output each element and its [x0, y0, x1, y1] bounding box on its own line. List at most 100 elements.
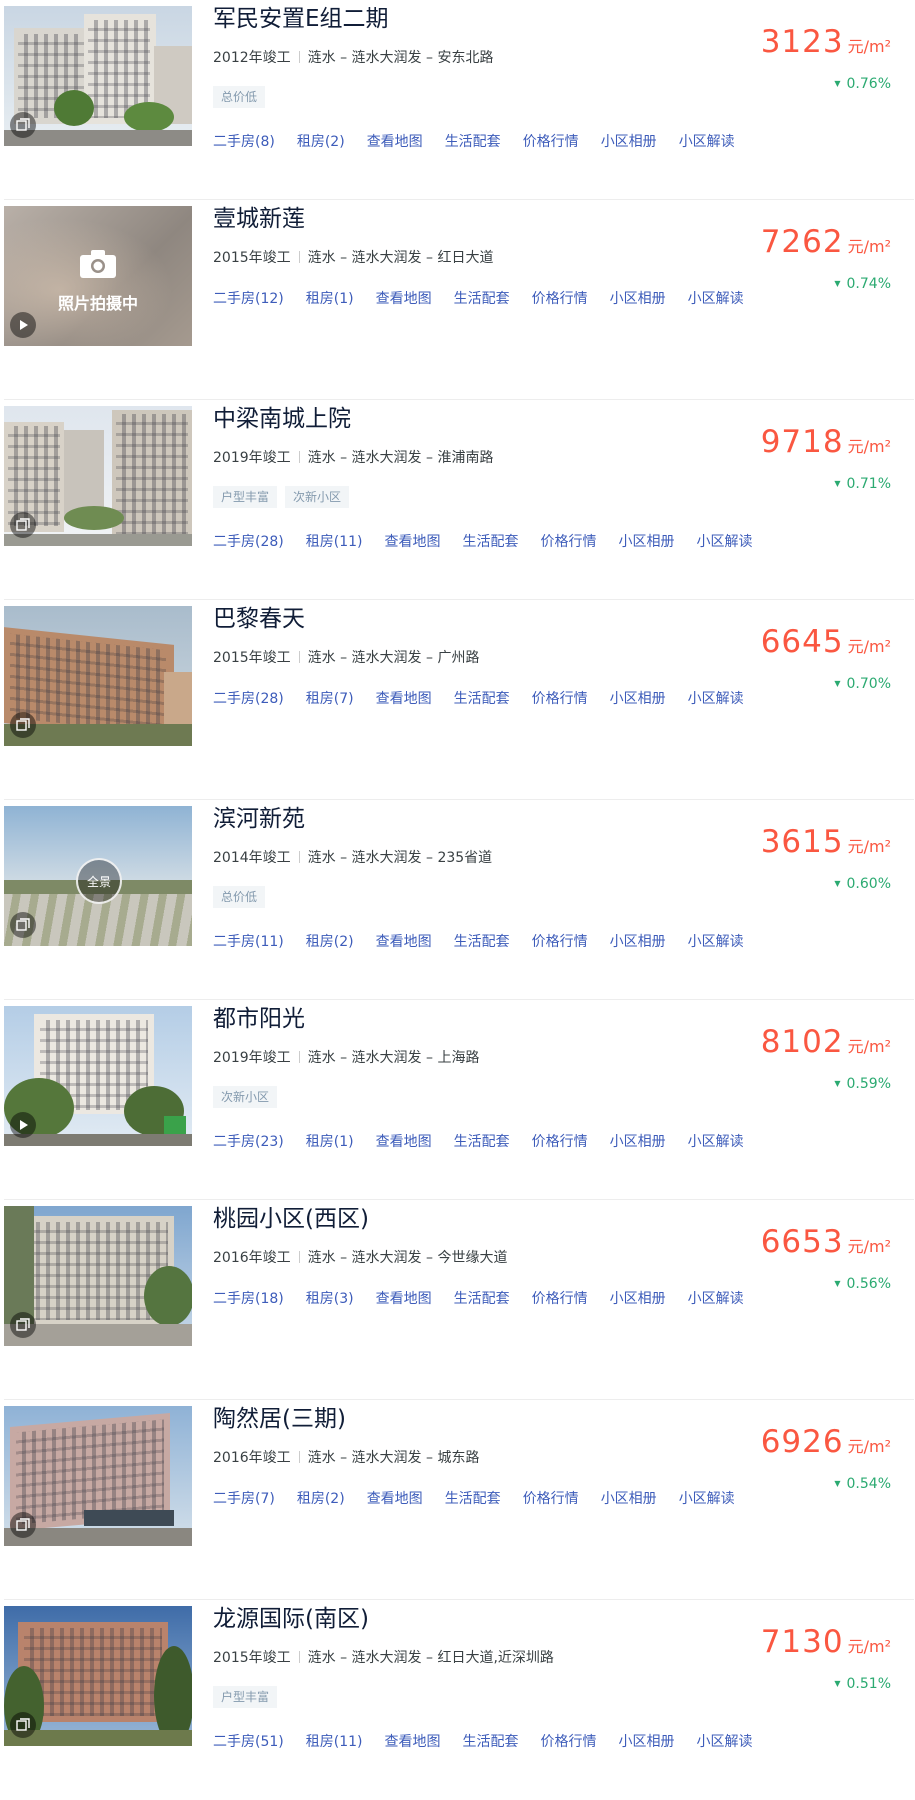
link-analysis[interactable]: 小区解读	[679, 131, 735, 151]
community-photo[interactable]: 照片拍摄中	[4, 206, 192, 346]
link-album[interactable]: 小区相册	[610, 931, 666, 951]
district[interactable]: 涟水 – 涟水大润发 – 红日大道,近深圳路	[308, 1650, 554, 1666]
link-rent[interactable]: 租房(2)	[297, 1488, 345, 1508]
community-photo[interactable]	[4, 1406, 192, 1546]
link-second-hand[interactable]: 二手房(23)	[213, 1131, 284, 1151]
link-price-trend[interactable]: 价格行情	[532, 1288, 588, 1308]
link-analysis[interactable]: 小区解读	[688, 1131, 744, 1151]
community-title[interactable]: 滨河新苑	[213, 802, 305, 836]
community-title[interactable]: 桃园小区(西区)	[213, 1202, 369, 1236]
link-album[interactable]: 小区相册	[619, 531, 675, 551]
link-rent[interactable]: 租房(11)	[306, 531, 363, 551]
link-analysis[interactable]: 小区解读	[697, 1731, 753, 1751]
community-photo[interactable]: 全景	[4, 806, 192, 946]
link-price-trend[interactable]: 价格行情	[541, 1731, 597, 1751]
price-unit: 元/m²	[847, 237, 891, 256]
community-title[interactable]: 巴黎春天	[213, 602, 305, 636]
link-second-hand[interactable]: 二手房(51)	[213, 1731, 284, 1751]
play-icon[interactable]	[10, 1112, 36, 1138]
district[interactable]: 涟水 – 涟水大润发 – 235省道	[308, 850, 493, 866]
link-map[interactable]: 查看地图	[376, 931, 432, 951]
link-analysis[interactable]: 小区解读	[688, 1288, 744, 1308]
community-title[interactable]: 中梁南城上院	[213, 402, 351, 436]
link-second-hand[interactable]: 二手房(28)	[213, 531, 284, 551]
community-title[interactable]: 都市阳光	[213, 1002, 305, 1036]
link-rent[interactable]: 租房(2)	[297, 131, 345, 151]
link-price-trend[interactable]: 价格行情	[523, 131, 579, 151]
link-amenities[interactable]: 生活配套	[445, 131, 501, 151]
panorama-icon[interactable]: 全景	[76, 858, 122, 904]
link-album[interactable]: 小区相册	[610, 1131, 666, 1151]
link-map[interactable]: 查看地图	[376, 288, 432, 308]
community-photo[interactable]	[4, 606, 192, 746]
link-price-trend[interactable]: 价格行情	[532, 1131, 588, 1151]
link-map[interactable]: 查看地图	[376, 688, 432, 708]
district[interactable]: 涟水 – 涟水大润发 – 城东路	[308, 1450, 480, 1466]
album-icon	[10, 512, 36, 538]
link-second-hand[interactable]: 二手房(28)	[213, 688, 284, 708]
link-rent[interactable]: 租房(3)	[306, 1288, 354, 1308]
link-analysis[interactable]: 小区解读	[697, 531, 753, 551]
link-analysis[interactable]: 小区解读	[688, 931, 744, 951]
link-album[interactable]: 小区相册	[610, 288, 666, 308]
link-rent[interactable]: 租房(7)	[306, 688, 354, 708]
link-album[interactable]: 小区相册	[601, 131, 657, 151]
district[interactable]: 涟水 – 涟水大润发 – 上海路	[308, 1050, 480, 1066]
link-amenities[interactable]: 生活配套	[454, 288, 510, 308]
community-photo[interactable]	[4, 1006, 192, 1146]
community-title[interactable]: 军民安置E组二期	[213, 2, 389, 36]
community-photo[interactable]	[4, 1606, 192, 1746]
community-photo[interactable]	[4, 406, 192, 546]
link-analysis[interactable]: 小区解读	[688, 288, 744, 308]
link-amenities[interactable]: 生活配套	[445, 1488, 501, 1508]
link-rent[interactable]: 租房(1)	[306, 1131, 354, 1151]
link-second-hand[interactable]: 二手房(8)	[213, 131, 275, 151]
link-second-hand[interactable]: 二手房(18)	[213, 1288, 284, 1308]
build-year: 2016年竣工	[213, 1450, 291, 1466]
link-amenities[interactable]: 生活配套	[463, 531, 519, 551]
link-album[interactable]: 小区相册	[610, 688, 666, 708]
link-price-trend[interactable]: 价格行情	[532, 931, 588, 951]
link-price-trend[interactable]: 价格行情	[532, 688, 588, 708]
link-album[interactable]: 小区相册	[601, 1488, 657, 1508]
link-amenities[interactable]: 生活配套	[454, 688, 510, 708]
link-price-trend[interactable]: 价格行情	[541, 531, 597, 551]
community-item: 龙源国际(南区) 2015年竣工 涟水 – 涟水大润发 – 红日大道,近深圳路 户…	[0, 1600, 915, 1800]
link-album[interactable]: 小区相册	[619, 1731, 675, 1751]
community-title[interactable]: 陶然居(三期)	[213, 1402, 346, 1436]
district[interactable]: 涟水 – 涟水大润发 – 淮浦南路	[308, 450, 494, 466]
link-map[interactable]: 查看地图	[376, 1288, 432, 1308]
link-second-hand[interactable]: 二手房(12)	[213, 288, 284, 308]
unit-price: 7130 元/m²	[761, 1624, 891, 1660]
link-price-trend[interactable]: 价格行情	[532, 288, 588, 308]
link-amenities[interactable]: 生活配套	[454, 1288, 510, 1308]
link-map[interactable]: 查看地图	[367, 131, 423, 151]
district[interactable]: 涟水 – 涟水大润发 – 安东北路	[308, 50, 494, 66]
link-map[interactable]: 查看地图	[367, 1488, 423, 1508]
community-photo[interactable]	[4, 1206, 192, 1346]
link-rent[interactable]: 租房(11)	[306, 1731, 363, 1751]
district[interactable]: 涟水 – 涟水大润发 – 今世缘大道	[308, 1250, 508, 1266]
link-amenities[interactable]: 生活配套	[454, 931, 510, 951]
link-price-trend[interactable]: 价格行情	[523, 1488, 579, 1508]
album-icon	[10, 1512, 36, 1538]
community-photo[interactable]	[4, 6, 192, 146]
district[interactable]: 涟水 – 涟水大润发 – 红日大道	[308, 250, 494, 266]
link-album[interactable]: 小区相册	[610, 1288, 666, 1308]
link-amenities[interactable]: 生活配套	[454, 1131, 510, 1151]
link-map[interactable]: 查看地图	[376, 1131, 432, 1151]
play-icon[interactable]	[10, 312, 36, 338]
link-map[interactable]: 查看地图	[385, 531, 441, 551]
community-title[interactable]: 龙源国际(南区)	[213, 1602, 369, 1636]
link-second-hand[interactable]: 二手房(11)	[213, 931, 284, 951]
tag: 次新小区	[213, 1086, 278, 1108]
link-map[interactable]: 查看地图	[385, 1731, 441, 1751]
link-analysis[interactable]: 小区解读	[688, 688, 744, 708]
link-rent[interactable]: 租房(2)	[306, 931, 354, 951]
community-title[interactable]: 壹城新莲	[213, 202, 305, 236]
link-rent[interactable]: 租房(1)	[306, 288, 354, 308]
link-amenities[interactable]: 生活配套	[463, 1731, 519, 1751]
district[interactable]: 涟水 – 涟水大润发 – 广州路	[308, 650, 480, 666]
link-second-hand[interactable]: 二手房(7)	[213, 1488, 275, 1508]
link-analysis[interactable]: 小区解读	[679, 1488, 735, 1508]
